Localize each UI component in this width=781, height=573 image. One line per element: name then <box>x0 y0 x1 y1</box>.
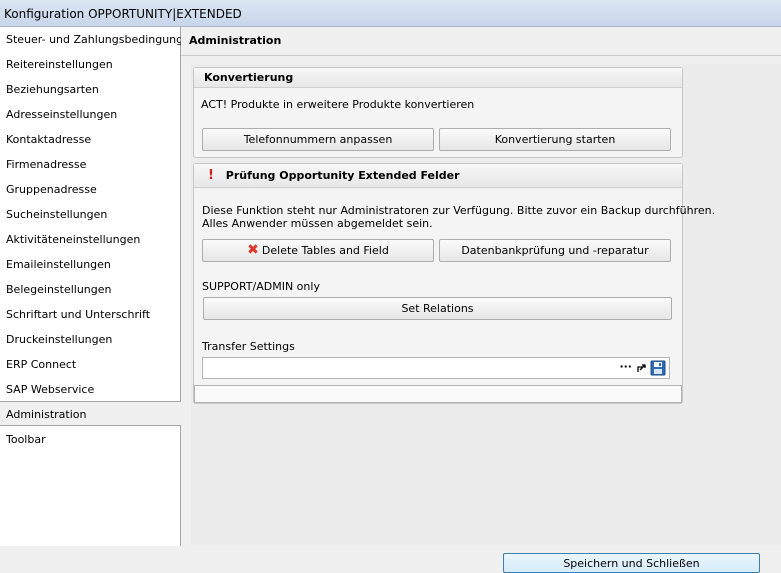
konvertierung-description: ACT! Produkte in erweitere Produkte konv… <box>201 98 475 111</box>
sidebar-item-gruppenadresse[interactable]: Gruppenadresse <box>0 177 180 202</box>
open-icon[interactable] <box>637 363 647 373</box>
sidebar: Steuer- und Zahlungsbedingungen Reiterei… <box>0 27 197 546</box>
sidebar-item-emaileinstellungen[interactable]: Emaileinstellungen <box>0 252 180 277</box>
page-title: Administration <box>181 27 781 56</box>
sidebar-item-sucheinstellungen[interactable]: Sucheinstellungen <box>0 202 180 227</box>
red-x-icon: ✖ <box>247 242 259 258</box>
sidebar-item-kontaktadresse[interactable]: Kontaktadresse <box>0 127 180 152</box>
window-title: Konfiguration OPPORTUNITY|EXTENDED <box>4 7 242 21</box>
sidebar-item-druckeinstellungen[interactable]: Druckeinstellungen <box>0 327 180 352</box>
save-icon[interactable] <box>650 360 666 376</box>
sidebar-item-administration[interactable]: Administration <box>0 401 181 426</box>
sidebar-item-toolbar[interactable]: Toolbar <box>0 427 180 452</box>
delete-tables-label: Delete Tables and Field <box>261 244 389 257</box>
transfer-settings-label: Transfer Settings <box>202 340 295 353</box>
status-field <box>194 385 682 403</box>
window-title-bar: Konfiguration OPPORTUNITY|EXTENDED <box>0 0 781 27</box>
datenbankpruefung-button[interactable]: Datenbankprüfung und -reparatur <box>439 239 671 262</box>
konvertierung-title: Konvertierung <box>194 68 682 88</box>
sidebar-item-adresseinstellungen[interactable]: Adresseinstellungen <box>0 102 180 127</box>
pruefung-description-line1: Diese Funktion steht nur Administratoren… <box>202 204 716 217</box>
content-area: Konvertierung ACT! Produkte in erweitere… <box>191 64 781 546</box>
delete-tables-button[interactable]: ✖ Delete Tables and Field <box>202 239 434 262</box>
save-and-close-button[interactable]: Speichern und Schließen <box>503 553 760 573</box>
ellipsis-icon[interactable]: ··· <box>619 360 632 373</box>
sidebar-item-steuer-zahlungsbedingungen[interactable]: Steuer- und Zahlungsbedingungen <box>0 27 197 52</box>
pruefung-header: ! Prüfung Opportunity Extended Felder <box>194 164 682 188</box>
sidebar-item-beziehungsarten[interactable]: Beziehungsarten <box>0 77 180 102</box>
sidebar-item-schriftart-unterschrift[interactable]: Schriftart und Unterschrift <box>0 302 180 327</box>
sidebar-item-firmenadresse[interactable]: Firmenadresse <box>0 152 180 177</box>
pruefung-title: Prüfung Opportunity Extended Felder <box>225 169 460 182</box>
transfer-settings-field[interactable]: ··· <box>202 357 670 379</box>
set-relations-button[interactable]: Set Relations <box>203 297 672 320</box>
telefonnummern-anpassen-button[interactable]: Telefonnummern anpassen <box>202 128 434 151</box>
sidebar-item-belegeinstellungen[interactable]: Belegeinstellungen <box>0 277 180 302</box>
content-pane: Administration Konvertierung ACT! Produk… <box>181 27 781 546</box>
sidebar-item-erp-connect[interactable]: ERP Connect <box>0 352 180 377</box>
sidebar-item-sap-webservice[interactable]: SAP Webservice <box>0 377 180 402</box>
support-admin-label: SUPPORT/ADMIN only <box>202 280 320 293</box>
exclamation-icon: ! <box>208 168 214 183</box>
konvertierung-starten-button[interactable]: Konvertierung starten <box>439 128 671 151</box>
pruefung-description-line2: Alles Anwender müssen abgemeldet sein. <box>202 217 433 230</box>
konvertierung-group: Konvertierung ACT! Produkte in erweitere… <box>193 67 683 158</box>
pruefung-group: ! Prüfung Opportunity Extended Felder Di… <box>193 163 715 404</box>
sidebar-item-aktivitaeteneinstellungen[interactable]: Aktivitäteneinstellungen <box>0 227 180 252</box>
sidebar-item-reitereinstellungen[interactable]: Reitereinstellungen <box>0 52 180 77</box>
